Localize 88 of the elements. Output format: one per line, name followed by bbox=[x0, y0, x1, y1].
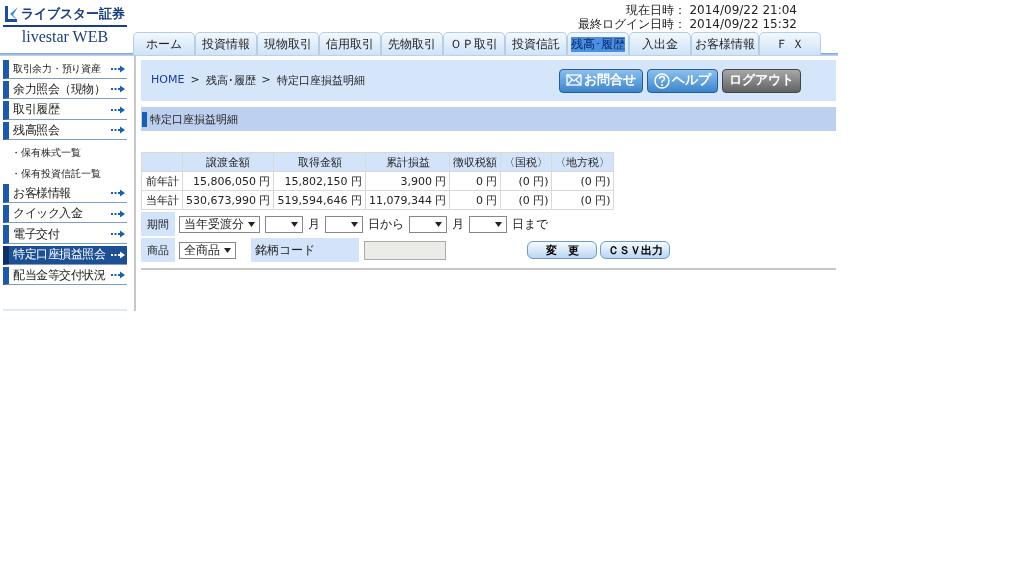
section-title: 特定口座損益明細 bbox=[150, 111, 238, 127]
nav-tab[interactable]: 残高･履歴 bbox=[567, 32, 629, 55]
nav-tab[interactable]: 投資信託 bbox=[505, 32, 567, 55]
field-label: 銘柄コード bbox=[251, 238, 359, 262]
sidebar-item[interactable]: 取引履歴 bbox=[3, 101, 127, 120]
arrow-icon bbox=[111, 126, 125, 135]
filter-text: 日まで bbox=[512, 215, 548, 233]
table-cell: (0 円) bbox=[551, 190, 614, 210]
row-header: 前年計 bbox=[141, 171, 183, 191]
arrow-icon bbox=[111, 105, 125, 114]
breadcrumb-separator: > bbox=[190, 73, 200, 88]
nav-tab[interactable]: お客様情報 bbox=[691, 32, 759, 55]
table-cell: 0 円 bbox=[449, 190, 501, 210]
table-cell: 519,594,646 円 bbox=[274, 190, 366, 210]
arrow-icon bbox=[111, 64, 125, 73]
table-cell: 11,079,344 円 bbox=[365, 190, 450, 210]
title-marker bbox=[142, 111, 147, 127]
help-icon bbox=[654, 72, 670, 89]
table-cell: 3,900 円 bbox=[365, 171, 450, 191]
nav-tab[interactable]: 入出金 bbox=[629, 32, 691, 55]
table-cell: (0 円) bbox=[500, 190, 552, 210]
breadcrumb-text: 残高･履歴 bbox=[205, 73, 256, 88]
filter-text: 月 bbox=[308, 215, 320, 233]
nav-tab[interactable]: 投資情報 bbox=[195, 32, 257, 55]
arrow-icon bbox=[111, 250, 125, 259]
column-header: 〈地方税〉 bbox=[551, 152, 614, 172]
dropdown[interactable] bbox=[409, 215, 447, 233]
arrow-icon bbox=[111, 209, 125, 218]
column-header: 譲渡金額 bbox=[182, 152, 274, 172]
datetime-text: 現在日時： 2014/09/22 21:04 bbox=[624, 3, 797, 17]
header-cell bbox=[141, 152, 183, 172]
sidebar-subitem[interactable]: ・保有投資信託一覧 bbox=[3, 163, 101, 185]
dropdown[interactable]: 当年受渡分 bbox=[179, 215, 260, 233]
dropdown-arrow-icon bbox=[224, 247, 231, 253]
sidebar-item[interactable]: 電子交付 bbox=[3, 225, 127, 244]
sidebar-item[interactable]: 余力照会（現物） bbox=[3, 80, 127, 100]
filter-label: 商品 bbox=[141, 238, 175, 262]
logo-icon bbox=[3, 5, 19, 23]
column-header: 取得金額 bbox=[274, 152, 366, 172]
dropdown-arrow-icon bbox=[495, 221, 502, 227]
sidebar-item[interactable]: 特定口座損益照会 bbox=[3, 245, 127, 265]
mail-icon bbox=[566, 72, 582, 89]
sidebar-item[interactable]: 取引余力・預り資産 bbox=[3, 60, 127, 79]
arrow-icon bbox=[111, 189, 125, 198]
arrow-icon bbox=[111, 271, 125, 280]
breadcrumb-link[interactable]: HOME bbox=[151, 73, 185, 88]
nav-tab[interactable]: 信用取引 bbox=[319, 32, 381, 55]
brand-name: ライブスター証券 bbox=[21, 5, 125, 23]
dropdown-arrow-icon bbox=[248, 221, 255, 227]
dropdown-arrow-icon bbox=[291, 221, 298, 227]
table-cell: 0 円 bbox=[449, 171, 501, 191]
nav-tab[interactable]: ホーム bbox=[133, 32, 195, 55]
dropdown-arrow-icon bbox=[435, 221, 442, 227]
sidebar-item[interactable]: 残高照会 bbox=[3, 121, 127, 141]
column-header: 徴収税額 bbox=[449, 152, 501, 172]
nav-tab[interactable]: 現物取引 bbox=[257, 32, 319, 55]
nav-tab[interactable]: 先物取引 bbox=[381, 32, 443, 55]
arrow-icon bbox=[111, 85, 125, 94]
sub-brand: livestar WEB bbox=[20, 27, 110, 47]
dropdown[interactable]: 全商品 bbox=[179, 241, 236, 259]
nav-tab[interactable]: Ｆ Ｘ bbox=[759, 32, 821, 55]
filter-text: 月 bbox=[452, 215, 464, 233]
column-header: 〈国税〉 bbox=[500, 152, 552, 172]
table-cell: (0 円) bbox=[551, 171, 614, 191]
column-header: 累計損益 bbox=[365, 152, 450, 172]
table-cell: 15,806,050 円 bbox=[182, 171, 274, 191]
table-cell: 530,673,990 円 bbox=[182, 190, 274, 210]
dropdown[interactable] bbox=[325, 215, 363, 233]
dropdown[interactable] bbox=[265, 215, 303, 233]
arrow-icon bbox=[111, 230, 125, 239]
sidebar-subitem[interactable]: ・保有株式一覧 bbox=[3, 142, 81, 164]
sidebar-item[interactable]: お客様情報 bbox=[3, 184, 127, 203]
breadcrumb-text: 特定口座損益明細 bbox=[276, 73, 365, 88]
breadcrumb-separator: > bbox=[261, 73, 271, 88]
filter-text: 日から bbox=[368, 215, 404, 233]
table-cell: (0 円) bbox=[500, 171, 552, 191]
change-button[interactable]: 変 更 bbox=[527, 241, 597, 259]
datetime-text: 最終ログイン日時： 2014/09/22 15:32 bbox=[577, 17, 797, 31]
row-header: 当年計 bbox=[141, 190, 183, 210]
filter-label: 期間 bbox=[141, 212, 175, 236]
sidebar-item[interactable]: クイック入金 bbox=[3, 204, 127, 224]
sidebar-item[interactable]: 配当金等交付状況 bbox=[3, 266, 127, 286]
nav-tab[interactable]: ＯＰ取引 bbox=[443, 32, 505, 55]
dropdown-arrow-icon bbox=[351, 221, 358, 227]
csv-button[interactable]: ＣＳＶ出力 bbox=[600, 241, 670, 259]
table-cell: 15,802,150 円 bbox=[274, 171, 366, 191]
dropdown[interactable] bbox=[469, 215, 507, 233]
code-input[interactable] bbox=[364, 240, 446, 260]
